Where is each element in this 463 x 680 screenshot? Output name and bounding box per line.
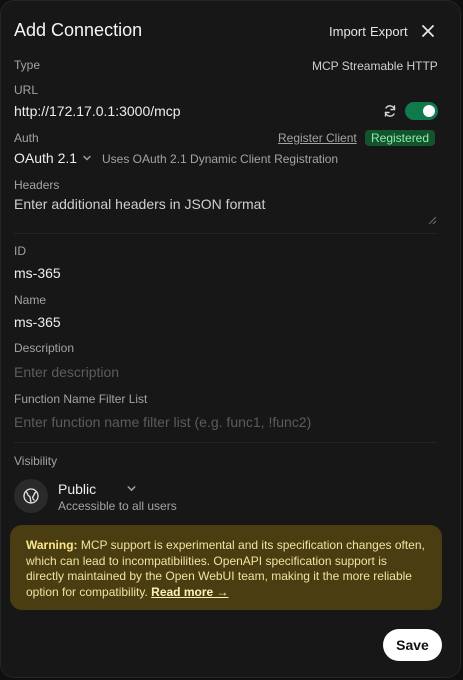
globe-icon (14, 479, 48, 513)
refresh-icon[interactable] (383, 104, 397, 118)
visibility-label: Visibility (14, 454, 58, 468)
url-enabled-toggle[interactable] (405, 102, 438, 120)
read-more-link[interactable]: Read more → (151, 585, 228, 599)
warning-banner: Warning: MCP support is experimental and… (10, 525, 442, 610)
id-label: ID (14, 244, 26, 258)
filter-input[interactable]: Enter function name filter list (e.g. fu… (14, 414, 311, 430)
auth-method-select[interactable]: OAuth 2.1 (14, 150, 93, 167)
headers-label: Headers (14, 178, 60, 192)
divider (14, 442, 437, 443)
name-input[interactable]: ms-365 (14, 314, 61, 330)
filter-label: Function Name Filter List (14, 392, 148, 406)
close-icon[interactable] (420, 23, 436, 39)
auth-label: Auth (14, 131, 39, 145)
description-input[interactable]: Enter description (14, 364, 119, 380)
status-badge: Registered (365, 130, 436, 146)
visibility-hint: Accessible to all users (58, 499, 177, 513)
url-label: URL (14, 83, 39, 97)
warning-prefix: Warning: (26, 538, 78, 552)
auth-method-value: OAuth 2.1 (14, 150, 78, 166)
auth-hint: Uses OAuth 2.1 Dynamic Client Registrati… (102, 152, 339, 166)
save-button[interactable]: Save (383, 629, 442, 661)
description-label: Description (14, 341, 75, 355)
type-label: Type (14, 58, 41, 72)
register-client-link[interactable]: Register Client (278, 131, 357, 145)
divider (14, 233, 437, 234)
url-input[interactable]: http://172.17.0.1:3000/mcp (14, 103, 181, 119)
modal-title: Add Connection (14, 20, 143, 40)
visibility-value: Public (58, 481, 97, 497)
chevron-down-icon (81, 151, 93, 167)
import-button[interactable]: Import (329, 24, 366, 39)
type-value[interactable]: MCP Streamable HTTP (312, 59, 438, 73)
chevron-down-icon[interactable] (125, 482, 138, 500)
export-button[interactable]: Export (370, 24, 408, 39)
id-input[interactable]: ms-365 (14, 265, 61, 281)
resize-handle-icon[interactable] (428, 212, 437, 225)
add-connection-modal: Add Connection Import Export Type MCP St… (0, 0, 461, 678)
visibility-select[interactable]: Public (58, 481, 96, 497)
name-label: Name (14, 293, 47, 307)
headers-textarea[interactable]: Enter additional headers in JSON format (14, 196, 265, 212)
